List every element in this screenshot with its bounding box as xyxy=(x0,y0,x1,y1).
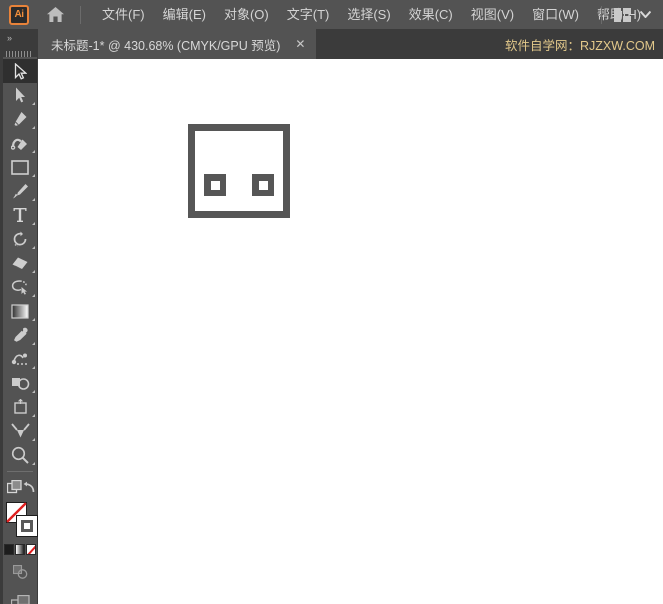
curvature-tool[interactable] xyxy=(3,131,37,155)
artboard-canvas[interactable] xyxy=(38,59,663,604)
menu-item-window[interactable]: 窗口(W) xyxy=(523,4,588,25)
menu-item-effect[interactable]: 效果(C) xyxy=(400,4,462,25)
artboard-tool[interactable] xyxy=(3,395,37,419)
pen-tool[interactable] xyxy=(3,107,37,131)
menu-item-type[interactable]: 文字(T) xyxy=(278,4,339,25)
undo-icon[interactable] xyxy=(22,481,35,494)
gradient-tool[interactable] xyxy=(3,299,37,323)
close-icon[interactable]: ✕ xyxy=(295,38,305,50)
tool-group-indicator xyxy=(32,438,35,441)
menu-item-edit[interactable]: 编辑(E) xyxy=(154,4,215,25)
menu-items: 文件(F) 编辑(E) 对象(O) 文字(T) 选择(S) 效果(C) 视图(V… xyxy=(93,4,650,25)
color-swatch-button[interactable] xyxy=(4,544,14,555)
drawing-mode-icon[interactable] xyxy=(3,557,37,587)
tool-group-indicator xyxy=(32,342,35,345)
gradient-swatch-button[interactable] xyxy=(15,544,25,555)
screen-mode-icon[interactable] xyxy=(3,587,37,604)
tool-group-indicator xyxy=(32,462,35,465)
tool-group-indicator xyxy=(32,198,35,201)
document-tab[interactable]: 未标题-1* @ 430.68% (CMYK/GPU 预览) ✕ xyxy=(38,29,317,59)
shape-builder-tool[interactable] xyxy=(3,371,37,395)
lasso-tool[interactable] xyxy=(3,275,37,299)
color-mode-swatches xyxy=(3,544,37,557)
small-square-right[interactable] xyxy=(252,174,274,196)
double-chevron-right-icon: » xyxy=(7,32,12,43)
watermark-text: 软件自学网：RJZXW.COM xyxy=(505,38,655,53)
none-swatch-button[interactable] xyxy=(26,544,36,555)
eyedropper-tool[interactable] xyxy=(3,323,37,347)
small-square-right-inner xyxy=(258,180,268,190)
tool-group-indicator xyxy=(32,294,35,297)
tool-group-indicator xyxy=(32,222,35,225)
zoom-tool[interactable] xyxy=(3,443,37,467)
small-square-left[interactable] xyxy=(204,174,226,196)
document-tab-bar: 未标题-1* @ 430.68% (CMYK/GPU 预览) ✕ 软件自学网：R… xyxy=(0,29,663,59)
stroke-swatch[interactable] xyxy=(16,515,38,537)
collapse-panel-button[interactable]: » xyxy=(0,29,38,46)
toolbar-extras-row xyxy=(3,476,37,498)
home-icon[interactable] xyxy=(45,5,65,25)
selection-tool[interactable] xyxy=(3,59,37,83)
blend-tool[interactable] xyxy=(3,347,37,371)
tool-group-indicator xyxy=(32,246,35,249)
paintbrush-tool[interactable] xyxy=(3,179,37,203)
tool-group-indicator xyxy=(32,390,35,393)
free-transform-tool[interactable] xyxy=(3,419,37,443)
tool-group-indicator xyxy=(32,366,35,369)
menu-item-object[interactable]: 对象(O) xyxy=(215,4,278,25)
illustrator-window: Ai 文件(F) 编辑(E) 对象(O) 文字(T) 选择(S) 效果(C) 视… xyxy=(0,0,663,604)
menu-item-view[interactable]: 视图(V) xyxy=(462,4,523,25)
outer-rectangle[interactable] xyxy=(188,124,290,218)
type-tool[interactable] xyxy=(3,203,37,227)
document-tab-title: 未标题-1* @ 430.68% (CMYK/GPU 预览) xyxy=(51,38,281,53)
rectangle-tool[interactable] xyxy=(3,155,37,179)
workspace-switcher-icon[interactable] xyxy=(614,7,631,22)
fill-stroke-control[interactable] xyxy=(3,501,38,541)
menu-item-select[interactable]: 选择(S) xyxy=(338,4,399,25)
tool-group-indicator xyxy=(32,414,35,417)
tool-group-indicator xyxy=(32,126,35,129)
tools-panel xyxy=(3,57,38,604)
app-logo[interactable]: Ai xyxy=(9,4,29,25)
small-square-left-inner xyxy=(210,180,220,190)
menubar-right-group xyxy=(601,0,657,29)
menu-bar: Ai 文件(F) 编辑(E) 对象(O) 文字(T) 选择(S) 效果(C) 视… xyxy=(0,0,663,29)
stroke-swatch-inner xyxy=(21,520,33,532)
tool-group-indicator xyxy=(32,102,35,105)
chevron-down-icon[interactable] xyxy=(640,11,651,18)
direct-selection-tool[interactable] xyxy=(3,83,37,107)
toolbar-divider xyxy=(7,471,33,472)
tool-group-indicator xyxy=(32,270,35,273)
menu-divider xyxy=(80,5,81,24)
eraser-tool[interactable] xyxy=(3,251,37,275)
menu-item-file[interactable]: 文件(F) xyxy=(93,4,154,25)
tool-group-indicator xyxy=(32,150,35,153)
rotate-tool[interactable] xyxy=(3,227,37,251)
workspace-divider xyxy=(601,5,602,24)
tool-group-indicator xyxy=(32,318,35,321)
tool-group-indicator xyxy=(32,174,35,177)
edit-toolbar-icon[interactable] xyxy=(7,479,22,495)
